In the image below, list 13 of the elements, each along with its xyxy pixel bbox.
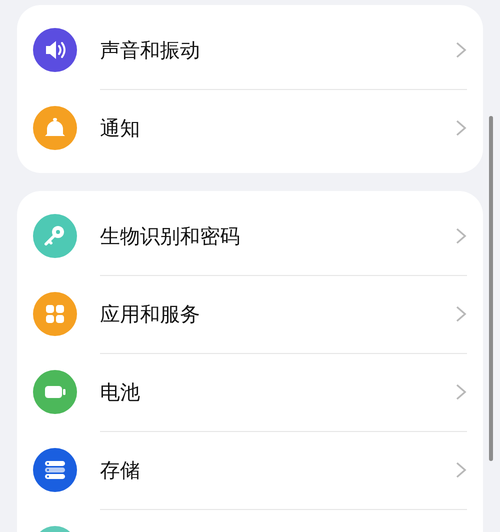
- chevron-icon: [455, 227, 467, 245]
- settings-item[interactable]: 声音和振动: [100, 36, 455, 64]
- chevron-icon: [455, 119, 467, 137]
- chevron-icon: [455, 383, 467, 401]
- settings-item[interactable]: 应用和服务: [100, 300, 455, 328]
- chevron-icon: [455, 41, 467, 59]
- settings-item[interactable]: 存储: [100, 456, 455, 484]
- scrollbar[interactable]: [489, 116, 493, 461]
- settings-item[interactable]: 电池: [100, 378, 455, 406]
- chevron-icon: [455, 461, 467, 479]
- settings-item[interactable]: 通知: [100, 114, 455, 142]
- settings-item[interactable]: 生物识别和密码: [100, 222, 455, 250]
- chevron-icon: [455, 305, 467, 323]
